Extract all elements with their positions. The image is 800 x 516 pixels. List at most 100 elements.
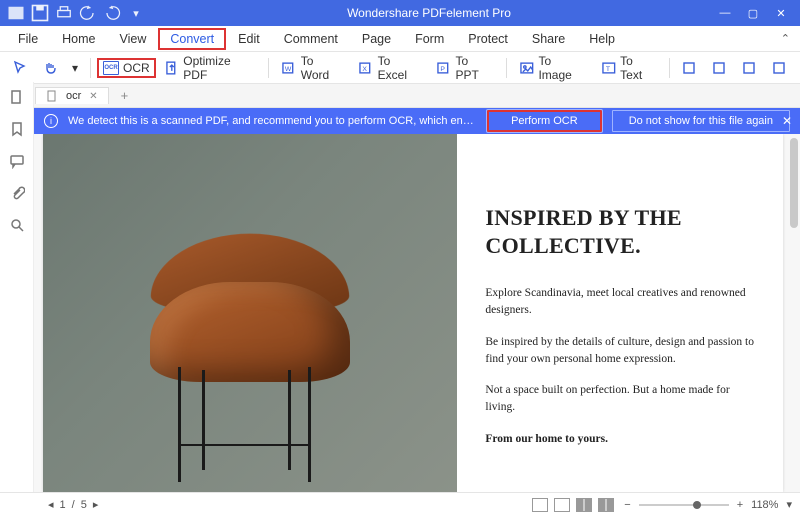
document-canvas[interactable]: INSPIRED BY THE COLLECTIVE. Explore Scan… xyxy=(34,134,800,492)
menu-home[interactable]: Home xyxy=(50,28,107,50)
ocr-button[interactable]: OCR OCR xyxy=(97,58,156,78)
close-button[interactable]: ✕ xyxy=(768,3,794,23)
menu-comment[interactable]: Comment xyxy=(272,28,350,50)
page-total: 5 xyxy=(81,499,87,511)
document-tab-strip: ⌂ ocr ✕ + xyxy=(0,84,800,108)
document-icon xyxy=(46,90,58,102)
page-paragraph: Be inspired by the details of culture, d… xyxy=(485,334,755,369)
notice-message: We detect this is a scanned PDF, and rec… xyxy=(68,115,477,127)
zoom-dropdown-icon[interactable]: ▾ xyxy=(786,498,792,511)
page-navigator: ◂ 1 / 5 ▸ xyxy=(48,498,98,511)
bookmarks-panel-icon[interactable] xyxy=(8,120,26,138)
separator xyxy=(669,58,670,78)
prev-page-icon[interactable]: ◂ xyxy=(48,498,54,511)
app-logo-icon[interactable] xyxy=(6,3,26,23)
zoom-out-icon[interactable]: − xyxy=(624,499,630,511)
vertical-scrollbar[interactable] xyxy=(790,138,798,228)
svg-text:X: X xyxy=(362,65,367,72)
convert-more-1-icon[interactable] xyxy=(676,57,704,79)
undo-icon[interactable] xyxy=(78,3,98,23)
to-word-button[interactable]: W To Word xyxy=(275,51,350,85)
search-panel-icon[interactable] xyxy=(8,216,26,234)
comments-panel-icon[interactable] xyxy=(8,152,26,170)
to-text-button[interactable]: T To Text xyxy=(595,51,663,85)
zoom-in-icon[interactable]: + xyxy=(737,499,743,511)
chair-illustration xyxy=(110,192,390,492)
thumbnails-panel-icon[interactable] xyxy=(8,88,26,106)
menu-form[interactable]: Form xyxy=(403,28,456,50)
page-current[interactable]: 1 xyxy=(60,499,66,511)
convert-more-2-icon[interactable] xyxy=(706,57,734,79)
print-icon[interactable] xyxy=(54,3,74,23)
workspace: i We detect this is a scanned PDF, and r… xyxy=(0,108,800,492)
hand-tool-icon[interactable] xyxy=(36,57,64,79)
convert-more-3-icon[interactable] xyxy=(736,57,764,79)
svg-text:T: T xyxy=(605,65,609,72)
zoom-controls: − + 118% ▾ xyxy=(624,498,792,511)
tab-label: ocr xyxy=(66,90,81,102)
close-tab-icon[interactable]: ✕ xyxy=(89,91,97,102)
document-page: INSPIRED BY THE COLLECTIVE. Explore Scan… xyxy=(43,134,783,492)
page-separator: / xyxy=(72,499,75,511)
zoom-value[interactable]: 118% xyxy=(751,499,778,511)
title-bar: ▾ Wondershare PDFelement Pro — ▢ ✕ xyxy=(0,0,800,26)
page-paragraph: Explore Scandinavia, meet local creative… xyxy=(485,285,755,320)
to-word-label: To Word xyxy=(301,54,344,82)
document-tab[interactable]: ocr ✕ xyxy=(35,87,109,104)
separator xyxy=(268,58,269,78)
to-ppt-button[interactable]: P To PPT xyxy=(430,51,500,85)
to-ppt-label: To PPT xyxy=(455,54,493,82)
window-controls: — ▢ ✕ xyxy=(712,3,794,23)
menu-view[interactable]: View xyxy=(108,28,159,50)
to-image-button[interactable]: To Image xyxy=(513,51,593,85)
next-page-icon[interactable]: ▸ xyxy=(93,498,99,511)
menu-help[interactable]: Help xyxy=(577,28,627,50)
zoom-slider[interactable] xyxy=(639,504,729,506)
page-text-column: INSPIRED BY THE COLLECTIVE. Explore Scan… xyxy=(457,134,783,492)
menu-file[interactable]: File xyxy=(6,28,50,50)
menu-convert[interactable]: Convert xyxy=(158,28,226,50)
minimize-button[interactable]: — xyxy=(712,3,738,23)
save-icon[interactable] xyxy=(30,3,50,23)
separator xyxy=(506,58,507,78)
ribbon-toolbar: ▾ OCR OCR Optimize PDF W To Word X To Ex… xyxy=(0,52,800,84)
view-mode-group xyxy=(532,498,614,512)
left-sidebar xyxy=(0,82,34,492)
menu-protect[interactable]: Protect xyxy=(456,28,520,50)
perform-ocr-button[interactable]: Perform OCR xyxy=(487,110,602,132)
info-icon: i xyxy=(44,114,58,128)
separator xyxy=(90,58,91,78)
view-facing-continuous-icon[interactable] xyxy=(598,498,614,512)
svg-text:W: W xyxy=(285,65,292,72)
menu-share[interactable]: Share xyxy=(520,28,577,50)
svg-text:P: P xyxy=(440,65,445,72)
view-single-icon[interactable] xyxy=(532,498,548,512)
optimize-pdf-button[interactable]: Optimize PDF xyxy=(158,51,262,85)
ocr-label: OCR xyxy=(123,61,150,75)
tool-dropdown-icon[interactable]: ▾ xyxy=(66,58,84,78)
to-excel-button[interactable]: X To Excel xyxy=(352,51,428,85)
close-notice-icon[interactable]: ✕ xyxy=(782,114,792,128)
view-facing-icon[interactable] xyxy=(576,498,592,512)
quick-access-toolbar: ▾ xyxy=(6,3,146,23)
status-bar: ◂ 1 / 5 ▸ − + 118% ▾ xyxy=(0,492,800,516)
ocr-notice-bar: i We detect this is a scanned PDF, and r… xyxy=(34,108,800,134)
collapse-ribbon-icon[interactable]: ⌃ xyxy=(781,32,790,45)
maximize-button[interactable]: ▢ xyxy=(740,3,766,23)
convert-more-4-icon[interactable] xyxy=(766,57,794,79)
new-tab-button[interactable]: + xyxy=(115,88,135,103)
dismiss-notice-button[interactable]: Do not show for this file again xyxy=(612,110,790,132)
menu-edit[interactable]: Edit xyxy=(226,28,272,50)
qat-dropdown-icon[interactable]: ▾ xyxy=(126,3,146,23)
attachments-panel-icon[interactable] xyxy=(8,184,26,202)
to-text-label: To Text xyxy=(620,54,657,82)
to-excel-label: To Excel xyxy=(378,54,422,82)
menu-bar: File Home View Convert Edit Comment Page… xyxy=(0,26,800,52)
ocr-icon: OCR xyxy=(103,61,119,75)
select-tool-icon[interactable] xyxy=(6,57,34,79)
optimize-label: Optimize PDF xyxy=(183,54,256,82)
page-image xyxy=(43,134,457,492)
redo-icon[interactable] xyxy=(102,3,122,23)
view-continuous-icon[interactable] xyxy=(554,498,570,512)
menu-page[interactable]: Page xyxy=(350,28,403,50)
